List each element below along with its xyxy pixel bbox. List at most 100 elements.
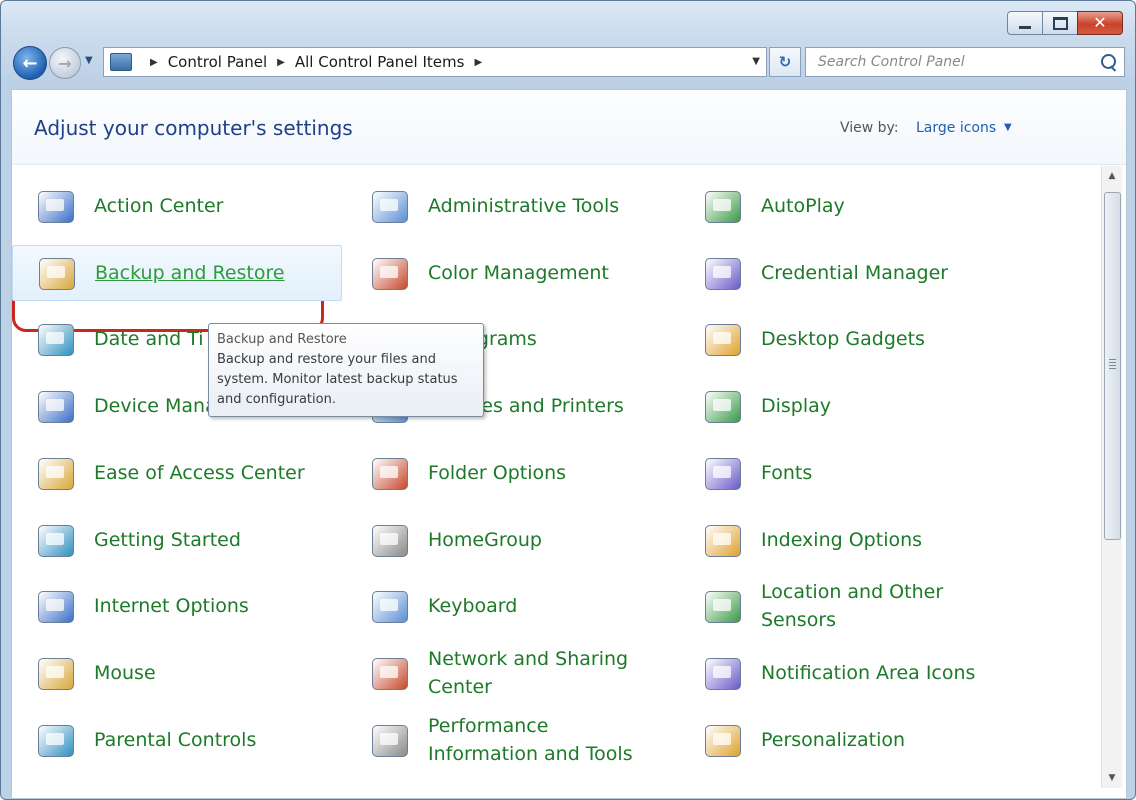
view-by-label: View by: [840, 120, 899, 136]
item-getting-started[interactable]: Getting Started [12, 512, 332, 568]
item-credential-manager[interactable]: Credential Manager [679, 245, 999, 301]
search-input[interactable] [816, 53, 1090, 71]
item-label: Notification Area Icons [761, 661, 976, 684]
item-label: Location and Other Sensors [761, 581, 944, 632]
monitor-icon [701, 383, 747, 429]
item-label: Mouse [94, 661, 156, 684]
item-label: HomeGroup [428, 528, 542, 551]
item-fonts[interactable]: Fonts [679, 445, 999, 501]
control-panel-icon [110, 53, 132, 71]
item-parental-controls[interactable]: Parental Controls [12, 712, 332, 768]
item-internet-options[interactable]: Internet Options [12, 578, 332, 634]
vertical-scrollbar[interactable]: ▲ ▼ [1101, 166, 1122, 788]
recent-pages-dropdown[interactable]: ▼ [85, 55, 93, 66]
item-administrative-tools[interactable]: Administrative Tools [346, 178, 666, 234]
item-label: AutoPlay [761, 195, 845, 217]
refresh-button[interactable]: ↻ [769, 47, 801, 77]
chevron-right-icon[interactable]: ▶ [150, 57, 158, 68]
scrollbar-thumb[interactable] [1104, 192, 1121, 540]
item-label: Getting Started [94, 528, 241, 551]
globe-icon [34, 583, 80, 629]
item-label: Backup and Restore [95, 261, 285, 284]
item-label: Ease of Access Center [94, 461, 305, 484]
tooltip: Backup and Restore Backup and restore yo… [208, 323, 484, 417]
minimize-icon [1019, 25, 1031, 29]
item-homegroup[interactable]: HomeGroup [346, 512, 666, 568]
search-icon[interactable] [1101, 54, 1116, 69]
close-icon: ✕ [1093, 13, 1107, 32]
homegroup-icon [368, 517, 414, 563]
performance-icon [368, 717, 414, 763]
item-indexing-options[interactable]: Indexing Options [679, 512, 999, 568]
item-performance-information-and-tools[interactable]: Performance Information and Tools [346, 712, 666, 768]
search-box[interactable] [805, 47, 1125, 77]
device-manager-icon [34, 383, 80, 429]
admin-tools-icon [368, 183, 414, 229]
item-desktop-gadgets[interactable]: Desktop Gadgets [679, 311, 999, 367]
caption-buttons: ✕ [1007, 11, 1123, 35]
minimize-button[interactable] [1007, 11, 1043, 35]
parental-icon [34, 717, 80, 763]
item-network-and-sharing-center[interactable]: Network and Sharing Center [346, 645, 666, 701]
item-backup-and-restore[interactable]: Backup and Restore [12, 244, 342, 301]
address-dropdown-icon[interactable]: ▼ [752, 56, 760, 67]
item-notification-area-icons[interactable]: Notification Area Icons [679, 645, 999, 701]
close-button[interactable]: ✕ [1077, 11, 1123, 35]
chevron-down-icon[interactable]: ▼ [1004, 122, 1012, 133]
scrollbar-grip-icon [1109, 359, 1116, 369]
header-band: Adjust your computer's settings View by:… [12, 90, 1126, 165]
fonts-icon [701, 450, 747, 496]
item-autoplay[interactable]: AutoPlay [679, 178, 999, 234]
item-label: Fonts [761, 461, 813, 484]
control-panel-window: ✕ ← → ▼ ▶ Control Panel ▶ All Control Pa… [0, 0, 1136, 800]
item-label: Desktop Gadgets [761, 328, 925, 351]
item-color-management[interactable]: Color Management [346, 245, 666, 301]
item-label: Credential Manager [761, 261, 949, 284]
item-label: Action Center [94, 195, 224, 217]
scroll-up-icon[interactable]: ▲ [1102, 166, 1122, 186]
indexing-icon [701, 517, 747, 563]
item-label: Internet Options [94, 595, 249, 618]
item-label: Parental Controls [94, 728, 257, 751]
item-location-and-other-sensors[interactable]: Location and Other Sensors [679, 578, 999, 634]
maximize-icon [1052, 16, 1068, 30]
sensors-icon [701, 583, 747, 629]
personalization-icon [701, 717, 747, 763]
tooltip-title: Backup and Restore [217, 332, 347, 347]
navigation-bar: ← → ▼ ▶ Control Panel ▶ All Control Pane… [11, 43, 1125, 81]
content-pane: Adjust your computer's settings View by:… [11, 89, 1127, 799]
getting-started-icon [34, 517, 80, 563]
calendar-clock-icon [34, 316, 80, 362]
address-bar[interactable]: ▶ Control Panel ▶ All Control Panel Item… [103, 47, 767, 77]
forward-arrow-icon: → [58, 53, 72, 73]
keyboard-icon [368, 583, 414, 629]
backup-icon [35, 250, 81, 296]
item-folder-options[interactable]: Folder Options [346, 445, 666, 501]
item-display[interactable]: Display [679, 378, 999, 434]
item-label: Administrative Tools [428, 195, 620, 217]
item-mouse[interactable]: Mouse [12, 645, 332, 701]
view-by-dropdown[interactable]: Large icons [916, 120, 996, 136]
item-keyboard[interactable]: Keyboard [346, 578, 666, 634]
item-action-center[interactable]: Action Center [12, 178, 332, 234]
scroll-down-icon[interactable]: ▼ [1102, 768, 1122, 788]
item-label: Color Management [428, 261, 609, 284]
item-ease-of-access-center[interactable]: Ease of Access Center [12, 445, 332, 501]
mouse-icon [34, 650, 80, 696]
breadcrumb-all-items[interactable]: All Control Panel Items [295, 53, 465, 71]
tooltip-text: Backup and restore your files and system… [217, 352, 458, 407]
network-icon [368, 650, 414, 696]
item-personalization[interactable]: Personalization [679, 712, 999, 768]
notification-icon [701, 650, 747, 696]
maximize-button[interactable] [1042, 11, 1078, 35]
forward-button[interactable]: → [49, 47, 81, 79]
autoplay-icon [701, 183, 747, 229]
page-title: Adjust your computer's settings [34, 116, 353, 140]
item-label: Display [761, 395, 832, 418]
back-arrow-icon: ← [22, 52, 38, 74]
item-label: Personalization [761, 728, 906, 751]
chevron-right-icon[interactable]: ▶ [474, 57, 482, 68]
chevron-right-icon[interactable]: ▶ [277, 57, 285, 68]
breadcrumb-control-panel[interactable]: Control Panel [168, 53, 267, 71]
back-button[interactable]: ← [13, 46, 47, 80]
